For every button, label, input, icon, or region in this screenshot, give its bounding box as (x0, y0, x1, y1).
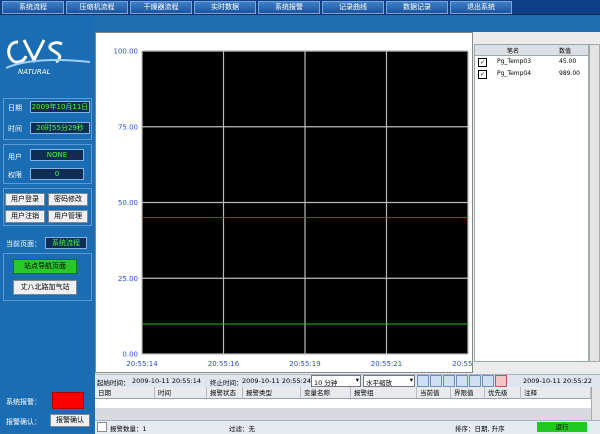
current-page-label: 当前页面： (6, 240, 41, 248)
tab-exit[interactable]: 退出系统 (450, 1, 512, 14)
y-tick-label: 25.00 (118, 275, 138, 283)
station-nav-button[interactable]: 站点导航页面 (13, 259, 77, 274)
alarm-col-group[interactable]: 报警组 (351, 387, 417, 399)
end-time-value: 2009-10-11 20:55:24 (242, 377, 312, 385)
x-tick-label: 20:55:24 (452, 360, 472, 368)
zoom-value: 水平缩放 (366, 379, 392, 387)
permission-value: 0 (30, 168, 84, 180)
tab-data-record[interactable]: 数据记录 (386, 1, 448, 14)
legend-row[interactable]: ✓ Pg_Temp04 989.00 (475, 69, 588, 79)
x-tick-label: 20:55:16 (208, 360, 240, 368)
svg-text:NATURAL: NATURAL (18, 68, 51, 76)
y-tick-label: 75.00 (118, 123, 138, 131)
time-label: 时间 (8, 125, 22, 133)
end-time-label: 终止时间： (210, 379, 243, 387)
table-vscrollbar[interactable] (591, 387, 600, 420)
legend-pen-value: 45.00 (559, 58, 577, 65)
legend-pen-name: Pg_Temp04 (497, 70, 532, 77)
change-password-button[interactable]: 密码修改 (48, 193, 88, 206)
legend-pen-name: Pg_Temp03 (497, 58, 532, 65)
date-label: 日期 (8, 104, 22, 112)
table-row[interactable] (95, 399, 591, 408)
time-value: 20时55分29秒 (30, 122, 90, 134)
time-controls: 起始时间： 2009-10-11 20:55:14 终止时间： 2009-10-… (95, 374, 600, 387)
company-logo: NATURAL (5, 39, 91, 76)
alarm-col-current[interactable]: 当前值 (417, 387, 451, 399)
alarm-count: 报警数量：1 (110, 425, 147, 433)
tab-compressor-flow[interactable]: 压缩机流程 (66, 1, 128, 14)
alarm-col-date[interactable]: 日期 (95, 387, 155, 399)
pen-legend: 笔名 数值 ✓ Pg_Temp03 45.00 ✓ Pg_Temp04 989.… (474, 44, 589, 362)
zoom-out-icon[interactable] (430, 375, 442, 387)
alarm-col-priority[interactable]: 优先级 (485, 387, 521, 399)
legend-col-name: 笔名 (507, 48, 520, 55)
alarm-col-limit[interactable]: 界限值 (451, 387, 485, 399)
checkbox-checked-icon[interactable]: ✓ (478, 70, 487, 79)
alarm-col-time[interactable]: 时间 (155, 387, 207, 399)
legend-col-value: 数值 (559, 48, 572, 55)
checkbox-checked-icon[interactable]: ✓ (478, 58, 487, 67)
tab-dryer-flow[interactable]: 干燥器流程 (130, 1, 192, 14)
legend-pen-value: 989.00 (559, 70, 580, 77)
chevron-down-icon: ▾ (409, 376, 413, 384)
alarm-confirm-label: 报警确认： (6, 418, 41, 426)
station-name-button[interactable]: 丈八北路加气站 (13, 280, 77, 295)
user-label: 用户 (8, 153, 22, 161)
x-tick-label: 20:55:19 (289, 360, 320, 368)
alarm-col-comment[interactable]: 注释 (521, 387, 591, 399)
legend-header: 笔名 数值 (475, 45, 588, 56)
user-value: NONE (30, 149, 84, 161)
alarm-col-var[interactable]: 变量名称 (301, 387, 351, 399)
y-tick-label: 0.00 (122, 351, 138, 359)
trend-chart: 100.00 75.00 50.00 25.00 0.00 20:55:14 20:55:… (114, 48, 485, 369)
trend-chart-frame: 100.00 75.00 50.00 25.00 0.00 20:55:14 20:55:… (95, 32, 485, 373)
tab-record-curve[interactable]: 记录曲线 (322, 1, 384, 14)
top-nav: 系统流程 压缩机流程 干燥器流程 实时数据 系统报警 记录曲线 数据记录 退出系… (0, 0, 600, 15)
filter-label: 过滤：无 (229, 425, 255, 433)
start-time-label: 起始时间： (97, 379, 130, 387)
alarm-indicator (52, 392, 84, 409)
legend-row[interactable]: ✓ Pg_Temp03 45.00 (475, 57, 588, 67)
x-tick-label: 20:55:14 (126, 360, 158, 368)
user-logout-button[interactable]: 用户注销 (5, 210, 45, 223)
alarm-col-type[interactable]: 报警类型 (243, 387, 301, 399)
zoom-in-icon[interactable] (417, 375, 429, 387)
settings-icon[interactable] (482, 375, 494, 387)
permission-label: 权限 (8, 171, 22, 179)
y-tick-label: 100.00 (114, 48, 139, 56)
table-hscrollbar[interactable] (95, 408, 591, 420)
user-login-button[interactable]: 用户登录 (5, 193, 45, 206)
alarm-confirm-button[interactable]: 报警确认 (50, 414, 90, 427)
alarm-status-icon (97, 422, 107, 432)
y-tick-label: 50.00 (118, 199, 138, 207)
pan-right-icon[interactable] (456, 375, 468, 387)
legend-scrollbar[interactable] (589, 44, 600, 362)
tab-system-flow[interactable]: 系统流程 (2, 1, 64, 14)
zoom-select[interactable]: 水平缩放 ▾ (363, 375, 415, 387)
stop-icon[interactable] (495, 375, 507, 387)
system-alarm-label: 系统报警： (6, 398, 41, 406)
sort-label: 排序：日期, 升序 (455, 425, 505, 433)
right-time-value: 2009-10-11 20:55:22 (523, 377, 593, 385)
time-span-select[interactable]: 10 分钟 ▾ (311, 375, 361, 387)
refresh-icon[interactable] (469, 375, 481, 387)
x-tick-label: 20:55:21 (371, 360, 402, 368)
time-span-value: 10 分钟 (314, 379, 338, 387)
tab-system-alarm[interactable]: 系统报警 (258, 1, 320, 14)
status-bar: 报警数量：1 过滤：无 排序：日期, 升序 运行 (95, 420, 600, 434)
current-page-value: 系统流程 (45, 237, 87, 249)
start-time-value: 2009-10-11 20:55:14 (132, 377, 202, 385)
run-status-badge: 运行 (537, 422, 587, 432)
tab-realtime-data[interactable]: 实时数据 (194, 1, 256, 14)
alarm-col-status[interactable]: 报警状态 (207, 387, 243, 399)
date-value: 2009年10月11日 (30, 101, 90, 113)
chevron-down-icon: ▾ (355, 376, 359, 384)
user-manage-button[interactable]: 用户管理 (48, 210, 88, 223)
pan-left-icon[interactable] (443, 375, 455, 387)
